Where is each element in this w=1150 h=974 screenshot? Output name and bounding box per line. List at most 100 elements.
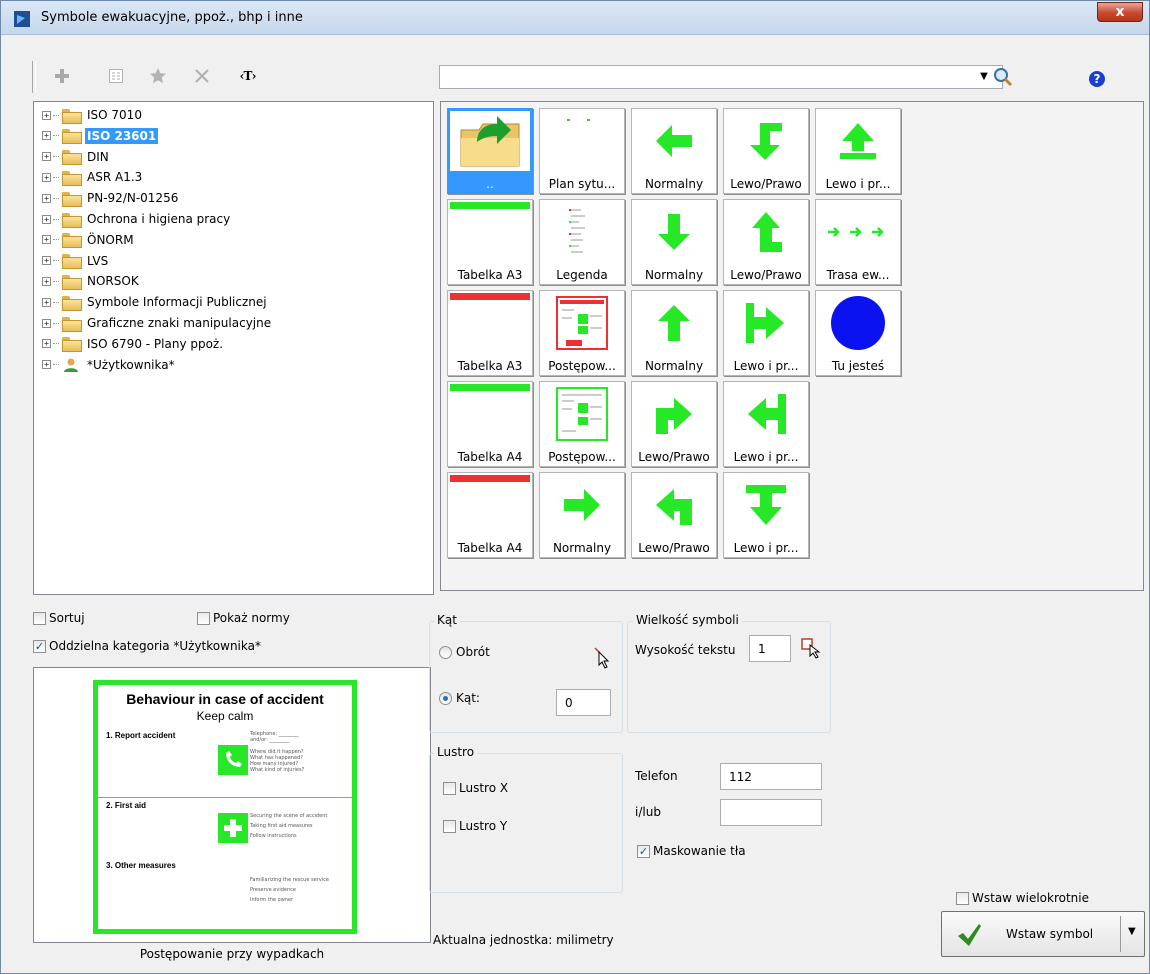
close-button[interactable]: x <box>1097 2 1143 22</box>
symbol-cell[interactable]: Lewo/Prawo <box>631 472 717 558</box>
text-tag-icon[interactable]: ‹T› <box>237 65 259 87</box>
properties-icon[interactable] <box>105 65 127 87</box>
angle-radio[interactable]: Kąt: <box>439 691 480 705</box>
sort-checkbox[interactable]: Sortuj <box>33 611 85 625</box>
folder-icon <box>62 170 82 186</box>
symbol-cell[interactable]: Postępow... <box>539 381 625 467</box>
symbol-cell[interactable]: Normalny <box>631 290 717 376</box>
tree-item[interactable]: + ISO 7010 <box>42 106 144 124</box>
symbol-cell[interactable]: Tabelka A3 <box>447 290 533 376</box>
expand-icon[interactable]: + <box>42 131 51 141</box>
symbol-cell[interactable]: Normalny <box>631 108 717 194</box>
expand-icon[interactable]: + <box>42 297 51 307</box>
mirror-y-checkbox[interactable]: Lustro Y <box>443 819 507 833</box>
separate-user-box[interactable]: ✓ <box>33 639 46 653</box>
delete-icon[interactable] <box>191 65 213 87</box>
tree-item[interactable]: + ISO 23601 <box>42 127 159 145</box>
tree-item[interactable]: + ASR A1.3 <box>42 168 144 186</box>
symbol-cell[interactable]: Tabelka A4 <box>447 472 533 558</box>
symbol-cell[interactable]: Trasa ew... <box>815 199 901 285</box>
insert-multiple-box[interactable] <box>956 891 969 905</box>
mirror-group-label: Lustro <box>434 745 478 759</box>
symbol-cell[interactable]: .. <box>447 108 533 194</box>
expand-icon[interactable]: + <box>42 193 51 203</box>
mirror-y-box[interactable] <box>443 819 456 833</box>
symbol-cell[interactable]: Tabelka A3 <box>447 199 533 285</box>
symbol-cell[interactable]: Tu jesteś <box>815 290 901 376</box>
tree-item[interactable]: + ÖNORM <box>42 231 136 249</box>
mirror-x-checkbox[interactable]: Lustro X <box>443 781 508 795</box>
expand-icon[interactable]: + <box>42 256 51 266</box>
expand-icon[interactable]: + <box>42 152 51 162</box>
symbol-cell[interactable]: Tabelka A4 <box>447 381 533 467</box>
combo-arrow-icon[interactable]: ▼ <box>977 69 991 85</box>
folder-icon <box>62 108 82 124</box>
symbol-cell[interactable]: Lewo/Prawo <box>723 199 809 285</box>
expand-icon[interactable]: + <box>42 172 51 182</box>
symbol-cell[interactable]: Lewo/Prawo <box>723 108 809 194</box>
text-height-input[interactable]: 1 <box>749 635 791 662</box>
mask-checkbox[interactable]: ✓ Maskowanie tła <box>637 844 746 858</box>
pick-rotation-icon[interactable] <box>593 647 613 671</box>
search-icon[interactable] <box>991 65 1015 89</box>
tree-item[interactable]: + Ochrona i higiena pracy <box>42 210 232 228</box>
symbol-label: Postępow... <box>548 359 616 373</box>
expand-icon[interactable]: + <box>42 235 51 245</box>
symbol-cell[interactable]: Lewo i pr... <box>723 290 809 376</box>
expand-icon[interactable]: + <box>42 276 51 286</box>
insert-dropdown-icon[interactable]: ▼ <box>1128 926 1136 937</box>
expand-icon[interactable]: + <box>42 318 51 328</box>
help-icon[interactable]: ? <box>1089 71 1105 87</box>
symbol-label: Postępow... <box>548 450 616 464</box>
tree-item[interactable]: + PN-92/N-01256 <box>42 189 180 207</box>
separate-user-checkbox[interactable]: ✓ Oddzielna kategoria *Użytkownika* <box>33 639 261 653</box>
tree-item[interactable]: + LVS <box>42 252 110 270</box>
search-combo[interactable] <box>439 65 1003 89</box>
tree-line <box>53 135 59 137</box>
symbol-cell[interactable]: Lewo i pr... <box>723 381 809 467</box>
mask-box[interactable]: ✓ <box>637 844 650 858</box>
tree-item[interactable]: + Symbole Informacji Publicznej <box>42 293 269 311</box>
angle-input[interactable]: 0 <box>556 689 611 716</box>
show-norms-checkbox[interactable]: Pokaż normy <box>197 611 290 625</box>
tree-item[interactable]: + ISO 6790 - Plany ppoż. <box>42 335 225 353</box>
star-icon[interactable] <box>147 65 169 87</box>
symbol-cell[interactable]: Plan sytu... <box>539 108 625 194</box>
angle-radio-dot[interactable] <box>439 691 452 705</box>
tree-item[interactable]: + Graficzne znaki manipulacyjne <box>42 314 273 332</box>
insert-multiple-checkbox[interactable]: Wstaw wielokrotnie <box>956 891 1089 905</box>
tree-item[interactable]: + DIN <box>42 148 111 166</box>
insert-symbol-button[interactable]: Wstaw symbol ▼ <box>941 911 1145 957</box>
folder-icon <box>62 254 82 270</box>
rotation-radio-dot[interactable] <box>439 645 452 659</box>
rotation-radio[interactable]: Obrót <box>439 645 490 659</box>
expand-icon[interactable]: + <box>42 214 51 224</box>
expand-icon[interactable]: + <box>42 110 51 120</box>
symbol-cell[interactable]: Postępow... <box>539 290 625 376</box>
show-norms-box[interactable] <box>197 611 210 625</box>
symbol-cell[interactable]: Lewo/Prawo <box>631 381 717 467</box>
phone-input[interactable]: 112 <box>720 763 822 790</box>
tree-item[interactable]: + NORSOK <box>42 272 141 290</box>
expand-icon[interactable]: + <box>42 360 51 370</box>
symbol-grid: .. Plan sytu... Normalny Lewo/Prawo Lewo i p… <box>440 101 1144 591</box>
mirror-x-box[interactable] <box>443 781 456 795</box>
tree-item[interactable]: + *Użytkownika* <box>42 356 177 374</box>
plus-icon[interactable] <box>51 65 73 87</box>
symbol-cell[interactable]: Normalny <box>631 199 717 285</box>
symbol-cell[interactable]: Normalny <box>539 472 625 558</box>
symbol-label: Tabelka A3 <box>457 359 523 373</box>
symbol-cell[interactable]: Lewo i pr... <box>723 472 809 558</box>
and-or-input[interactable] <box>720 799 822 826</box>
window-title: Symbole ewakuacyjne, ppoż., bhp i inne <box>41 10 303 25</box>
size-group-label: Wielkość symboli <box>633 613 742 627</box>
tree-item-label: DIN <box>87 149 109 164</box>
expand-icon[interactable]: + <box>42 339 51 349</box>
symbol-cell[interactable]: Lewo i pr... <box>815 108 901 194</box>
sort-box[interactable] <box>33 611 46 625</box>
toolbar-grip[interactable] <box>32 61 36 93</box>
symbol-cell[interactable]: Legenda <box>539 199 625 285</box>
preview-section-2: 2. First aid <box>106 801 147 810</box>
preview-aid-lines: Securing the scene of accident Taking fir… <box>250 813 328 839</box>
pick-size-icon[interactable] <box>801 638 823 660</box>
